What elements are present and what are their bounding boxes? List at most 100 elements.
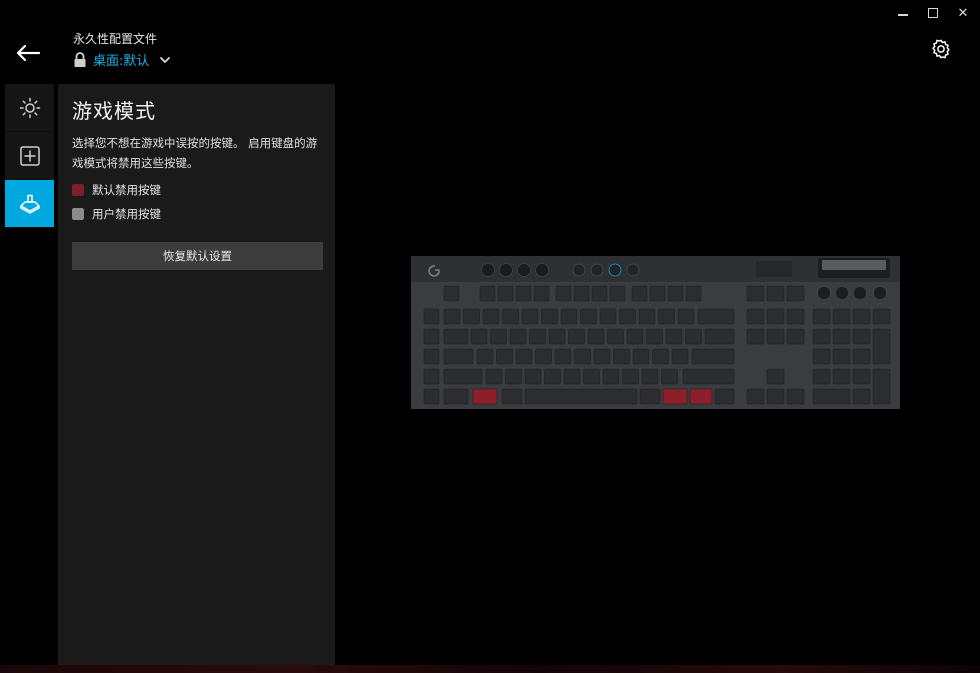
key	[639, 388, 661, 405]
key	[573, 285, 590, 302]
key	[704, 328, 735, 345]
profile-label: 永久性配置文件	[73, 32, 158, 46]
minimize-icon[interactable]	[896, 6, 910, 20]
legend-label: 默认禁用按键	[92, 183, 161, 197]
mode-button	[626, 263, 640, 277]
key	[786, 308, 805, 325]
media-key	[853, 286, 867, 300]
panel-description: 选择您不想在游戏中误按的按键。 启用键盘的游戏模式将禁用这些按键。	[72, 136, 318, 170]
mode-button	[590, 263, 604, 277]
key	[599, 308, 617, 325]
key	[554, 348, 572, 365]
game-mode-joystick-icon	[19, 194, 40, 214]
key	[685, 328, 702, 345]
panel-title: 游戏模式	[72, 99, 156, 123]
rail-item-game-mode[interactable]	[5, 180, 54, 228]
key	[423, 388, 440, 405]
side-rail	[5, 84, 54, 228]
close-icon[interactable]: ✕	[956, 6, 970, 20]
key	[638, 308, 656, 325]
key	[574, 348, 591, 365]
key	[832, 328, 851, 345]
key	[533, 285, 550, 302]
chevron-down-icon	[160, 56, 171, 63]
logo-plate	[756, 261, 792, 277]
key	[766, 308, 785, 325]
key	[497, 285, 514, 302]
lock-icon	[74, 51, 86, 67]
arrow-left-icon	[16, 44, 41, 62]
key	[661, 368, 678, 385]
key	[463, 308, 480, 325]
key	[631, 285, 648, 302]
key	[613, 348, 630, 365]
legend-label: 用户禁用按键	[92, 207, 161, 221]
key	[501, 388, 523, 405]
key	[786, 388, 805, 405]
key	[852, 348, 871, 365]
key	[544, 368, 561, 385]
back-button[interactable]	[14, 40, 44, 66]
key	[766, 328, 785, 345]
key	[697, 308, 735, 325]
key	[443, 285, 460, 302]
key	[682, 368, 735, 385]
key	[872, 368, 891, 405]
key	[505, 368, 522, 385]
key	[443, 368, 483, 385]
key	[443, 348, 474, 365]
media-button	[535, 263, 549, 277]
media-key	[873, 286, 887, 300]
key	[671, 348, 689, 365]
key	[852, 368, 871, 385]
key	[872, 328, 891, 365]
key	[515, 348, 533, 365]
key	[443, 308, 461, 325]
keyboard-image	[411, 256, 900, 409]
key	[560, 308, 578, 325]
rail-item-assignments[interactable]	[5, 132, 54, 180]
key	[496, 348, 513, 365]
key	[443, 328, 469, 345]
key	[786, 285, 805, 302]
key	[593, 348, 611, 365]
key	[626, 328, 644, 345]
key	[607, 328, 624, 345]
key	[665, 328, 683, 345]
maximize-icon[interactable]	[926, 6, 940, 20]
key	[509, 328, 527, 345]
keyboard-graphic	[411, 256, 900, 409]
media-key	[817, 286, 831, 300]
media-key	[835, 286, 849, 300]
key	[658, 308, 675, 325]
key	[479, 285, 496, 302]
key	[641, 368, 659, 385]
legend-user-disabled: 用户禁用按键	[72, 206, 161, 222]
key	[832, 348, 851, 365]
mode-button	[572, 263, 586, 277]
key	[580, 308, 597, 325]
key	[746, 285, 765, 302]
key	[485, 368, 503, 385]
settings-button[interactable]	[930, 38, 952, 60]
game-mode-panel: 游戏模式 选择您不想在游戏中误按的按键。 启用键盘的游戏模式将禁用这些按键。 默…	[58, 84, 335, 666]
gear-icon	[932, 39, 950, 59]
rail-item-lighting[interactable]	[5, 84, 54, 132]
restore-defaults-button[interactable]: 恢复默认设置	[72, 242, 323, 270]
profile-selector[interactable]: 桌面:默认	[73, 50, 171, 69]
key	[529, 328, 546, 345]
key	[649, 285, 666, 302]
key	[619, 308, 636, 325]
key	[515, 285, 532, 302]
key	[812, 368, 831, 385]
key	[852, 328, 871, 345]
key	[812, 308, 831, 325]
key	[667, 285, 684, 302]
key	[563, 368, 581, 385]
key	[443, 388, 469, 405]
key	[746, 388, 765, 405]
add-assignment-icon	[19, 145, 40, 166]
key	[521, 308, 539, 325]
media-button	[517, 263, 531, 277]
legend-swatch-default	[72, 184, 84, 196]
